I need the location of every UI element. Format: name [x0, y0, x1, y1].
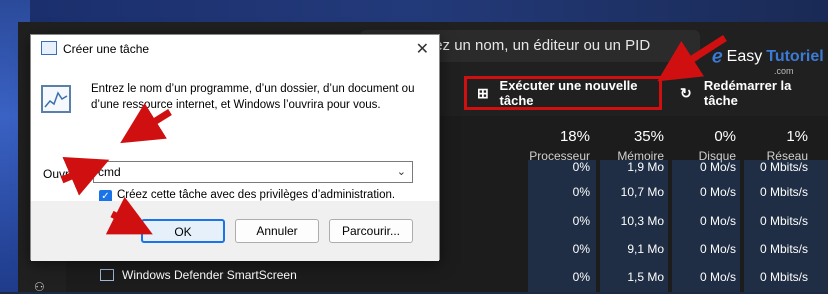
annotation-arrows: [60, 35, 727, 235]
arrow-to-cmd: [120, 103, 172, 144]
arrow-to-ok: [105, 196, 153, 235]
arrow-to-checkbox: [60, 156, 110, 196]
arrow-to-run-task: [657, 35, 727, 82]
